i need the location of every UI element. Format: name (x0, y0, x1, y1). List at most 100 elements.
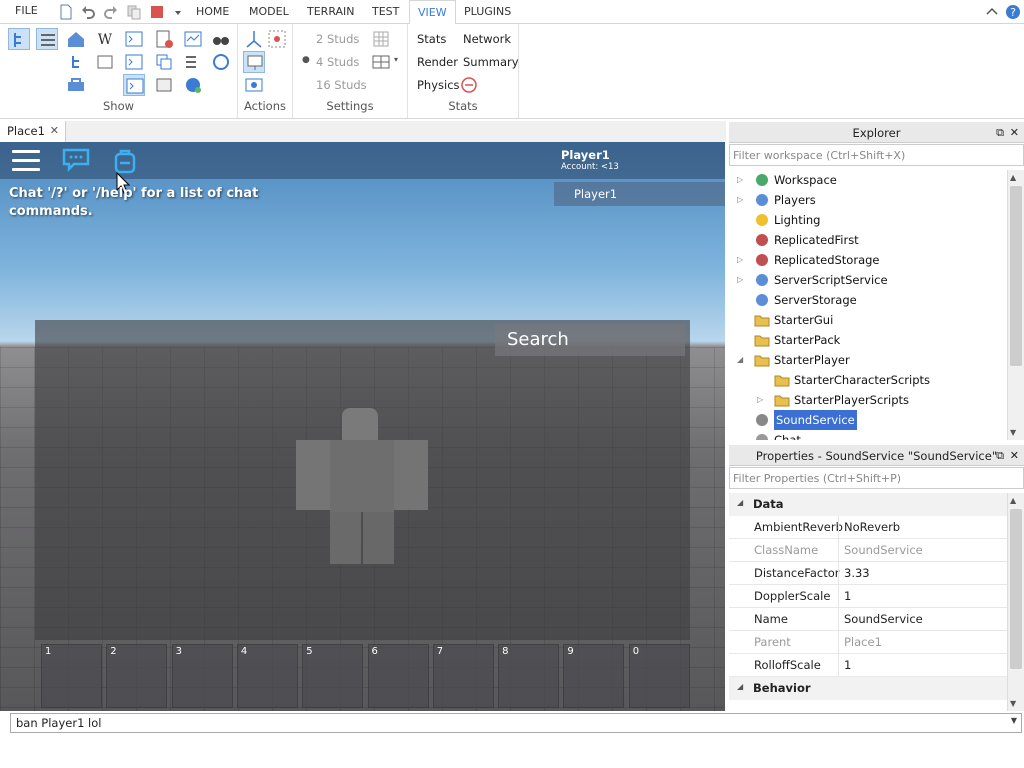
property-value[interactable]: 3.33 (844, 566, 870, 580)
player-list-entry[interactable]: Player1 (554, 182, 725, 206)
expand-arrow-icon[interactable]: ▷ (737, 190, 747, 210)
properties-filter-input[interactable]: Filter Properties (Ctrl+Shift+P) (729, 467, 1024, 489)
context-help-icon[interactable] (94, 51, 116, 73)
close-properties-icon[interactable]: ✕ (1010, 449, 1019, 462)
new-file-icon[interactable] (58, 4, 74, 20)
close-explorer-icon[interactable]: ✕ (1010, 126, 1019, 139)
team-create-icon[interactable] (153, 74, 175, 96)
wiki-icon[interactable]: W (94, 28, 116, 50)
command-bar-icon[interactable] (123, 51, 145, 73)
quick-access-dropdown-icon[interactable] (170, 4, 181, 20)
output-window-icon[interactable] (123, 74, 145, 96)
explorer-item-serverscriptservice[interactable]: ▷ ServerScriptService (737, 270, 1007, 290)
menu-icon[interactable] (12, 150, 40, 172)
stats-button[interactable]: Stats (417, 32, 446, 46)
explorer-toggle-icon[interactable] (8, 28, 30, 50)
game-explorer-icon[interactable] (210, 51, 232, 73)
property-value[interactable]: 1 (844, 589, 851, 603)
property-row[interactable]: Parent Place1 (729, 631, 1007, 654)
close-tab-icon[interactable]: ✕ (50, 124, 59, 137)
property-row[interactable]: DistanceFactor 3.33 (729, 562, 1007, 585)
scroll-down-icon[interactable]: ▼ (1010, 699, 1016, 708)
explorer-item-serverstorage[interactable]: ServerStorage (737, 290, 1007, 310)
chat-icon[interactable] (62, 148, 90, 173)
explorer-item-lighting[interactable]: Lighting (737, 210, 1007, 230)
command-bar-input[interactable]: ban Player1 lol ▼ (10, 713, 1022, 733)
backpack-icon[interactable] (113, 148, 137, 174)
properties-toggle-icon[interactable] (36, 28, 58, 50)
scroll-up-icon[interactable]: ▲ (1010, 173, 1016, 182)
explorer-item-starterplayer[interactable]: ◢ StarterPlayer (737, 350, 1007, 370)
hotbar-slot[interactable]: 3 (171, 644, 233, 708)
redo-icon[interactable] (103, 4, 119, 20)
game-viewport[interactable]: Player1 Account: <13 Player1 Chat '/?' o… (0, 142, 725, 711)
tab-test[interactable]: TEST (372, 0, 399, 24)
full-screen-icon[interactable] (243, 51, 265, 73)
property-row[interactable]: RolloffScale 1 (729, 654, 1007, 677)
scroll-thumb[interactable] (1010, 186, 1022, 366)
script-performance-icon[interactable] (182, 28, 204, 50)
explorer-item-soundservice[interactable]: SoundService (737, 409, 1007, 431)
property-row[interactable]: AmbientReverb NoReverb (729, 516, 1007, 539)
physics-button[interactable]: Physics (417, 78, 460, 92)
explorer-item-replicatedfirst[interactable]: ReplicatedFirst (737, 230, 1007, 250)
tab-plugins[interactable]: PLUGINS (464, 0, 511, 24)
explorer-item-replicatedstorage[interactable]: ▷ ReplicatedStorage (737, 250, 1007, 270)
explorer-item-startercharacterscripts[interactable]: StarterCharacterScripts (757, 370, 1007, 390)
tab-view[interactable]: VIEW (409, 0, 456, 25)
explorer-item-starterpack[interactable]: StarterPack (737, 330, 1007, 350)
screenshot-icon[interactable] (266, 28, 288, 50)
tab-terrain[interactable]: TERRAIN (307, 0, 355, 24)
hotbar-slot[interactable]: 1 (41, 644, 102, 708)
axis-icon[interactable] (243, 28, 265, 50)
undo-icon[interactable] (80, 4, 96, 20)
grid-material-icon[interactable] (370, 51, 392, 73)
binoculars-icon[interactable] (210, 28, 232, 50)
start-page-icon[interactable] (65, 28, 87, 50)
file-menu[interactable]: FILE (15, 4, 38, 17)
collapse-icon[interactable]: ◢ (737, 682, 743, 691)
task-scheduler-icon[interactable] (153, 51, 175, 73)
render-button[interactable]: Render (417, 55, 458, 69)
inventory-search-input[interactable]: Search (495, 324, 685, 356)
hotbar-slot[interactable]: 7 (432, 644, 494, 708)
help-icon[interactable]: ? (1005, 4, 1021, 20)
hotbar-slot[interactable]: 4 (236, 644, 298, 708)
grid-4-studs-option[interactable]: 4 Studs (316, 55, 359, 69)
explorer-filter-input[interactable]: Filter workspace (Ctrl+Shift+X) (729, 144, 1024, 166)
summary-button[interactable]: Summary (463, 55, 519, 69)
grid-16-studs-option[interactable]: 16 Studs (316, 78, 367, 92)
scroll-down-icon[interactable]: ▼ (1010, 428, 1016, 437)
property-value[interactable]: SoundService (844, 612, 923, 626)
grid-dropdown-icon[interactable]: ▾ (394, 55, 398, 64)
hotbar-slot[interactable]: 9 (563, 644, 625, 708)
explorer-item-chat[interactable]: Chat (737, 430, 1007, 440)
explorer-item-starterplayerscripts[interactable]: ▷ StarterPlayerScripts (757, 390, 1007, 410)
asset-manager-icon[interactable] (182, 74, 204, 96)
undock-icon[interactable]: ⧉ (996, 126, 1004, 140)
expand-arrow-icon[interactable]: ▷ (737, 170, 747, 190)
hotbar-slot[interactable]: 5 (302, 644, 364, 708)
grid-icon[interactable] (370, 28, 392, 50)
hotbar-slot[interactable]: 6 (367, 644, 429, 708)
copy-icon[interactable] (126, 4, 142, 20)
explorer-item-workspace[interactable]: ▷ Workspace (737, 170, 1007, 190)
property-row[interactable]: Name SoundService (729, 608, 1007, 631)
property-row[interactable]: DopplerScale 1 (729, 585, 1007, 608)
diagnostics-icon[interactable] (182, 51, 204, 73)
explorer-item-players[interactable]: ▷ Players (737, 190, 1007, 210)
script-analysis-icon[interactable] (153, 28, 175, 50)
command-history-dropdown-icon[interactable]: ▼ (1011, 716, 1017, 725)
hotbar-slot[interactable]: 0 (628, 644, 690, 708)
stop-icon[interactable] (149, 4, 165, 20)
expand-arrow-icon[interactable]: ◢ (737, 350, 747, 370)
network-button[interactable]: Network (463, 32, 511, 46)
tab-model[interactable]: MODEL (249, 0, 289, 24)
explorer-scrollbar[interactable]: ▲ ▼ (1007, 170, 1024, 440)
collapse-ribbon-icon[interactable] (984, 4, 1000, 20)
record-video-icon[interactable] (243, 74, 265, 96)
expand-arrow-icon[interactable]: ▷ (737, 270, 747, 290)
tab-home[interactable]: HOME (196, 0, 229, 24)
hotbar-slot[interactable]: 2 (106, 644, 168, 708)
properties-scrollbar[interactable]: ▲ ▼ (1007, 493, 1024, 711)
